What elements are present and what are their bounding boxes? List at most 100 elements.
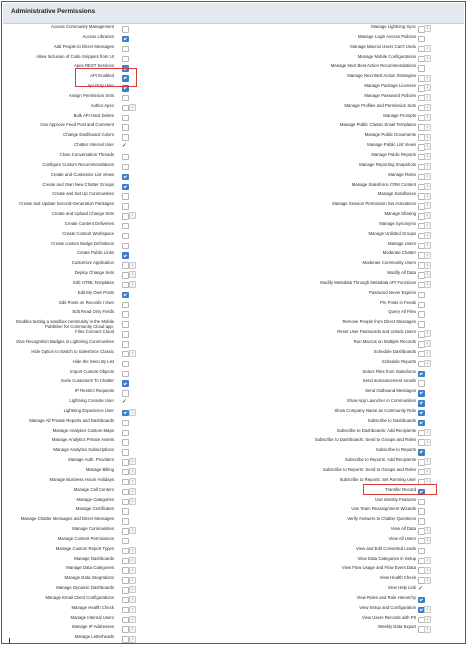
permission-checkbox[interactable]: [122, 459, 129, 466]
permission-checkbox[interactable]: [418, 508, 425, 515]
info-icon[interactable]: i: [424, 172, 431, 180]
permission-checkbox[interactable]: [418, 498, 425, 505]
info-icon[interactable]: i: [424, 84, 431, 92]
info-icon[interactable]: i: [424, 438, 431, 446]
permission-checkbox[interactable]: [122, 596, 129, 604]
permission-checkbox[interactable]: [122, 134, 129, 141]
info-icon[interactable]: i: [424, 104, 431, 112]
info-icon[interactable]: i: [424, 202, 431, 210]
info-icon[interactable]: i: [424, 222, 431, 230]
info-icon[interactable]: i: [424, 625, 431, 633]
permission-checkbox[interactable]: [122, 557, 129, 565]
permission-checkbox[interactable]: [122, 498, 129, 505]
info-icon[interactable]: i: [129, 566, 136, 574]
permission-checkbox[interactable]: [122, 606, 129, 614]
info-icon[interactable]: i: [129, 576, 136, 584]
info-icon[interactable]: i: [424, 428, 431, 436]
permission-checkbox[interactable]: [122, 262, 129, 269]
permission-checkbox[interactable]: [122, 528, 129, 535]
info-icon[interactable]: i: [129, 625, 136, 633]
permission-checkbox[interactable]: [122, 252, 129, 259]
permission-checkbox[interactable]: [418, 409, 425, 417]
info-icon[interactable]: i: [424, 281, 431, 289]
info-icon[interactable]: i: [424, 94, 431, 102]
info-icon[interactable]: i: [424, 537, 431, 545]
permission-checkbox[interactable]: [122, 272, 129, 279]
info-icon[interactable]: i: [129, 271, 136, 279]
info-icon[interactable]: i: [424, 330, 431, 338]
info-icon[interactable]: i: [424, 350, 431, 358]
permission-checkbox[interactable]: [122, 114, 129, 122]
info-icon[interactable]: i: [424, 556, 431, 564]
permission-checkbox[interactable]: [122, 537, 129, 545]
info-icon[interactable]: i: [129, 596, 136, 604]
info-icon[interactable]: i: [424, 113, 431, 121]
info-icon[interactable]: i: [424, 74, 431, 82]
permission-checkbox[interactable]: [122, 281, 129, 289]
permission-checkbox[interactable]: [418, 547, 425, 555]
info-icon[interactable]: i: [424, 25, 431, 33]
info-icon[interactable]: i: [424, 44, 431, 52]
permission-checkbox[interactable]: [122, 350, 129, 358]
info-icon[interactable]: i: [424, 576, 431, 584]
permission-checkbox[interactable]: [122, 301, 129, 309]
permission-checkbox[interactable]: [122, 163, 129, 171]
info-icon[interactable]: i: [129, 261, 136, 269]
info-icon[interactable]: i: [129, 556, 136, 564]
info-icon[interactable]: i: [424, 615, 431, 623]
permission-checkbox[interactable]: [122, 370, 129, 378]
permission-checkbox[interactable]: [418, 291, 425, 299]
info-icon[interactable]: i: [424, 566, 431, 574]
permission-checkbox[interactable]: [122, 321, 129, 328]
info-icon[interactable]: i: [129, 478, 136, 486]
permission-checkbox[interactable]: [418, 596, 425, 604]
permission-checkbox[interactable]: [122, 488, 129, 496]
permission-checkbox[interactable]: [122, 193, 129, 200]
permission-checkbox[interactable]: [418, 390, 425, 397]
permission-checkbox[interactable]: [122, 213, 129, 220]
info-icon[interactable]: i: [424, 232, 431, 240]
permission-checkbox[interactable]: [418, 419, 425, 427]
permission-checkbox[interactable]: [122, 153, 129, 161]
permission-checkbox[interactable]: [122, 242, 129, 250]
permission-checkbox[interactable]: [122, 222, 129, 230]
info-icon[interactable]: i: [424, 192, 431, 200]
permission-checkbox[interactable]: [122, 26, 129, 33]
permission-checkbox[interactable]: [418, 321, 425, 328]
permission-checkbox[interactable]: [122, 291, 129, 299]
info-icon[interactable]: i: [424, 468, 431, 476]
info-icon[interactable]: i: [424, 340, 431, 348]
info-icon[interactable]: i: [129, 350, 136, 358]
info-icon[interactable]: i: [129, 586, 136, 594]
permission-checkbox[interactable]: [122, 547, 129, 555]
permission-checkbox[interactable]: [122, 35, 129, 43]
permission-checkbox[interactable]: [122, 468, 129, 476]
info-icon[interactable]: i: [424, 606, 431, 614]
permission-checkbox[interactable]: [122, 518, 129, 525]
permission-checkbox[interactable]: [418, 370, 425, 378]
info-icon[interactable]: i: [129, 497, 136, 505]
info-icon[interactable]: i: [424, 123, 431, 131]
permission-checkbox[interactable]: [122, 409, 129, 417]
info-icon[interactable]: i: [424, 241, 431, 249]
permission-checkbox[interactable]: [122, 626, 129, 633]
permission-checkbox[interactable]: [418, 311, 425, 318]
info-icon[interactable]: i: [129, 606, 136, 614]
permission-checkbox[interactable]: [418, 35, 425, 43]
permission-checkbox[interactable]: [122, 380, 129, 387]
info-icon[interactable]: i: [129, 104, 136, 112]
info-icon[interactable]: i: [129, 615, 136, 623]
info-icon[interactable]: i: [424, 271, 431, 279]
permission-checkbox[interactable]: [122, 439, 129, 446]
info-icon[interactable]: i: [424, 182, 431, 190]
permission-checkbox[interactable]: [122, 183, 129, 190]
info-icon[interactable]: i: [424, 458, 431, 466]
permission-checkbox[interactable]: [122, 55, 129, 63]
permission-checkbox[interactable]: [122, 331, 129, 338]
permission-checkbox[interactable]: [418, 65, 425, 72]
permission-checkbox[interactable]: [122, 429, 129, 437]
permission-checkbox[interactable]: [122, 587, 129, 594]
info-icon[interactable]: i: [129, 527, 136, 535]
permission-checkbox[interactable]: [122, 508, 129, 515]
permission-checkbox[interactable]: [122, 173, 129, 181]
